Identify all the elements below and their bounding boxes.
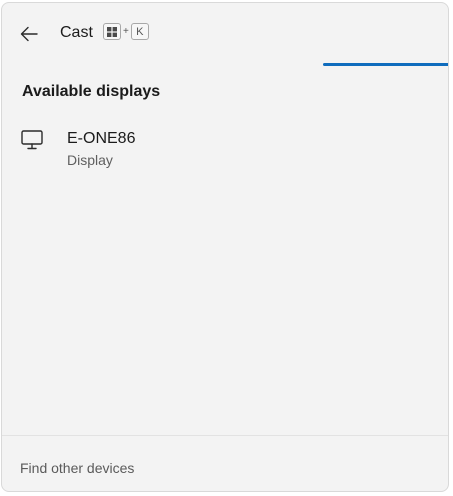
cast-header: Cast + K	[2, 3, 448, 63]
windows-logo-icon	[107, 26, 117, 37]
available-displays-heading: Available displays	[22, 83, 161, 100]
windows-key	[103, 23, 121, 40]
display-name: E-ONE86	[67, 130, 136, 147]
monitor-icon	[21, 130, 43, 150]
display-type: Display	[67, 152, 113, 168]
search-progress-bar	[2, 63, 448, 66]
find-other-devices-link[interactable]: Find other devices	[20, 460, 134, 476]
display-list-item[interactable]: E-ONE86 Display	[10, 121, 440, 177]
back-button[interactable]	[14, 20, 44, 48]
shortcut-plus: +	[123, 26, 129, 37]
keyboard-shortcut: + K	[103, 23, 149, 40]
page-title: Cast	[60, 24, 93, 41]
progress-indicator	[323, 63, 448, 66]
panel-footer: Find other devices	[2, 435, 448, 491]
back-arrow-icon	[20, 26, 38, 42]
k-key: K	[130, 23, 149, 40]
cast-panel: Cast + K Available displays E-ONE86 Disp…	[1, 2, 449, 492]
